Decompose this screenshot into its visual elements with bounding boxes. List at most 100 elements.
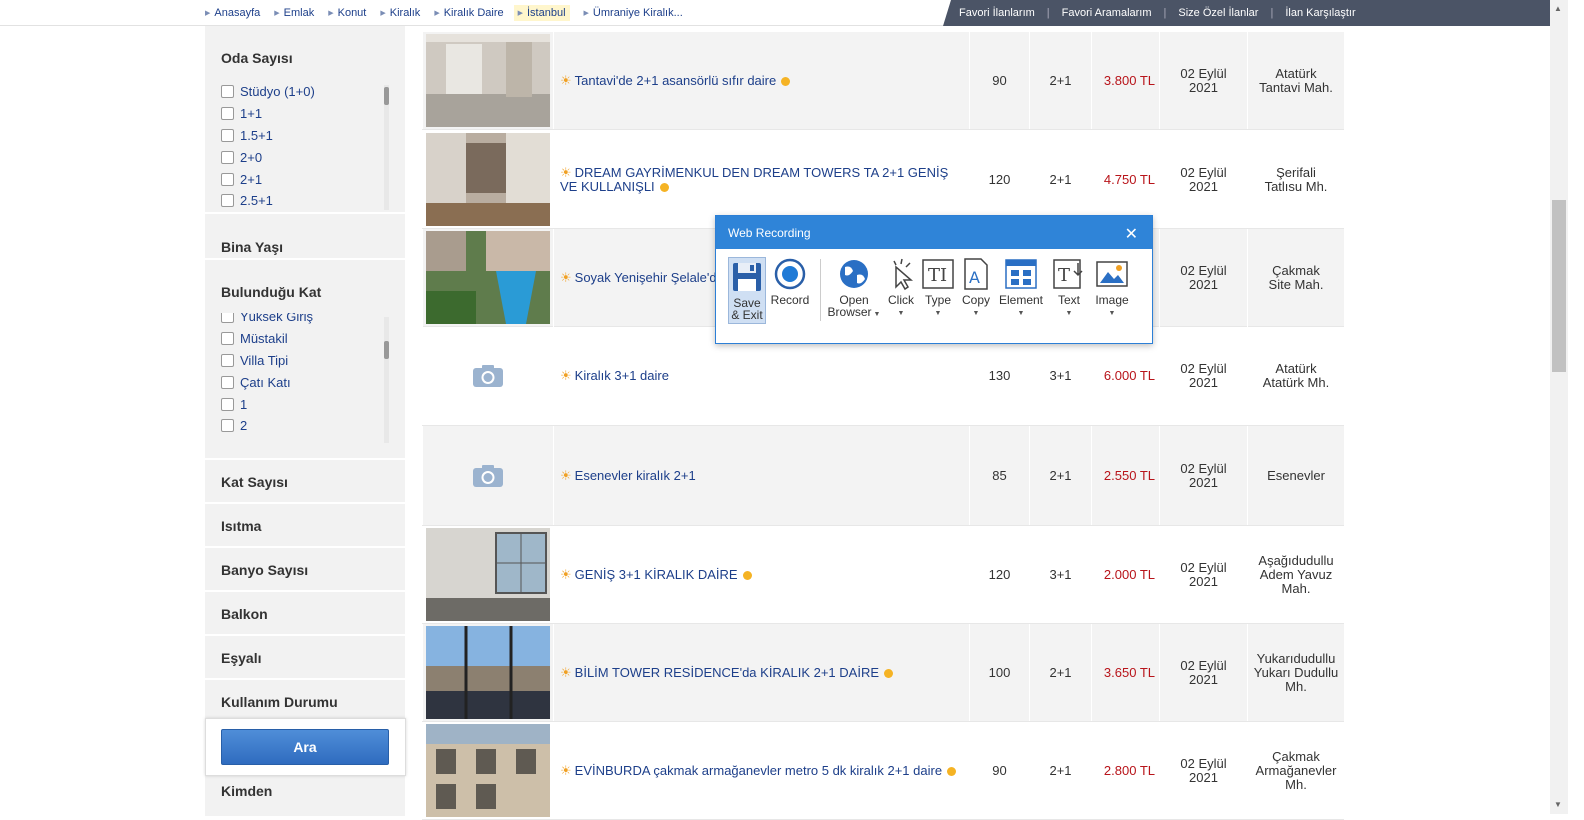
- triangle-right-icon: ▶: [583, 10, 589, 17]
- option-2-0[interactable]: 2+0: [221, 146, 391, 168]
- option-yuksek-giris[interactable]: Yüksek Giriş: [221, 313, 391, 328]
- text-field-icon: TI: [922, 259, 954, 289]
- size-ozel-ilanlar-link[interactable]: Size Özel İlanlar: [1178, 7, 1258, 19]
- checkbox[interactable]: [221, 397, 234, 411]
- table-row[interactable]: ☀ BİLİM TOWER RESİDENCE'da KİRALIK 2+1 DA…: [422, 624, 1344, 722]
- listing-title[interactable]: ☀ GENİŞ 3+1 KİRALIK DAİRE: [560, 567, 752, 582]
- dialog-header[interactable]: Web Recording ✕: [716, 216, 1152, 249]
- listing-title-cell[interactable]: ☀ EVİNBURDA çakmak armağanevler metro 5 d…: [553, 722, 969, 819]
- scrollbar-thumb[interactable]: [384, 341, 389, 359]
- option-1-5-1[interactable]: 1.5+1: [221, 125, 391, 147]
- filter-title[interactable]: Oda Sayısı: [205, 34, 405, 66]
- search-button[interactable]: Ara: [221, 729, 389, 765]
- listing-photo[interactable]: [422, 131, 553, 228]
- option-cati-kati[interactable]: Çatı Katı: [221, 371, 391, 393]
- listing-photo[interactable]: [422, 624, 553, 721]
- breadcrumb-istanbul[interactable]: ▶ İstanbul: [513, 5, 570, 21]
- listing-title-text: EVİNBURDA çakmak armağanevler metro 5 dk…: [574, 762, 943, 778]
- text-button[interactable]: T Text ▼: [1050, 257, 1088, 320]
- listing-title[interactable]: ☀ Tantavi'de 2+1 asansörlü sıfır daire: [560, 72, 791, 88]
- date-line: 2021: [1189, 573, 1218, 589]
- checkbox[interactable]: [221, 194, 234, 208]
- option-studyo[interactable]: Stüdyo (1+0): [221, 81, 391, 103]
- type-button[interactable]: TI Type ▼: [920, 257, 956, 320]
- listing-title[interactable]: ☀ BİLİM TOWER RESİDENCE'da KİRALIK 2+1 DA…: [560, 665, 894, 680]
- filter-kimden[interactable]: Kimden: [205, 778, 405, 818]
- option-kat-2[interactable]: 2: [221, 415, 391, 437]
- table-row[interactable]: ☀ GENİŞ 3+1 KİRALIK DAİRE 120 3+1 2.000 T…: [422, 526, 1344, 624]
- scroll-down-icon[interactable]: ▼: [1554, 800, 1562, 809]
- checkbox[interactable]: [221, 353, 234, 367]
- option-2-5-1[interactable]: 2.5+1: [221, 190, 391, 212]
- listing-title-cell[interactable]: ☀ GENİŞ 3+1 KİRALIK DAİRE: [553, 526, 969, 623]
- listing-title-cell[interactable]: ☀ DREAM GAYRİMENKUL DEN DREAM TOWERS TA 2…: [553, 131, 969, 228]
- scrollbar-thumb[interactable]: [1552, 200, 1566, 372]
- listing-title[interactable]: ☀ EVİNBURDA çakmak armağanevler metro 5 d…: [560, 762, 957, 778]
- ilan-karsilastir-link[interactable]: İlan Karşılaştır: [1285, 7, 1355, 19]
- filter-isitma[interactable]: Isıtma: [205, 506, 405, 548]
- listing-photo[interactable]: [422, 722, 553, 819]
- option-1-1[interactable]: 1+1: [221, 103, 391, 125]
- listing-title-cell[interactable]: ☀ Esenevler kiralık 2+1: [553, 426, 969, 525]
- option-mustakil[interactable]: Müstakil: [221, 328, 391, 350]
- filter-title[interactable]: Bulunduğu Kat: [205, 262, 405, 300]
- checkbox[interactable]: [221, 150, 234, 164]
- image-button[interactable]: Image ▼: [1092, 257, 1132, 320]
- option-kat-1[interactable]: 1: [221, 393, 391, 415]
- save-exit-button[interactable]: Save & Exit: [728, 257, 766, 324]
- breadcrumb-kiralik[interactable]: ▶ Kiralık: [380, 7, 420, 19]
- favori-aramalarim-link[interactable]: Favori Aramalarım: [1062, 7, 1152, 19]
- option-villa-tipi[interactable]: Villa Tipi: [221, 350, 391, 372]
- listing-title[interactable]: ☀ Kiralık 3+1 daire: [560, 368, 669, 383]
- table-row[interactable]: ☀ EVİNBURDA çakmak armağanevler metro 5 d…: [422, 722, 1344, 820]
- filter-esyali[interactable]: Eşyalı: [205, 638, 405, 680]
- breadcrumb-umraniye[interactable]: ▶ Ümraniye Kiralık...: [584, 7, 683, 19]
- listing-photo[interactable]: [422, 426, 553, 525]
- checkbox[interactable]: [221, 332, 234, 346]
- listing-photo[interactable]: [422, 526, 553, 623]
- copy-button[interactable]: A Copy ▼: [958, 257, 994, 320]
- option-label: 2.5+1: [240, 193, 273, 209]
- close-icon[interactable]: ✕: [1125, 224, 1138, 244]
- listing-title-cell[interactable]: ☀ BİLİM TOWER RESİDENCE'da KİRALIK 2+1 DA…: [553, 624, 969, 721]
- listing-title[interactable]: ☀ Esenevler kiralık 2+1: [560, 468, 696, 483]
- page-scrollbar[interactable]: ▲ ▼: [1550, 0, 1568, 814]
- option-scrollbar[interactable]: [384, 85, 389, 210]
- checkbox[interactable]: [221, 128, 234, 142]
- checkbox[interactable]: [221, 107, 234, 121]
- breadcrumb-anasayfa[interactable]: ▶ Anasayfa: [205, 7, 260, 19]
- click-button[interactable]: Click ▼: [882, 257, 920, 320]
- favori-ilanlarim-link[interactable]: Favori İlanlarım: [959, 7, 1035, 19]
- listing-m2: 85: [969, 426, 1029, 525]
- option-scrollbar[interactable]: [384, 317, 389, 443]
- filter-title: Isıtma: [221, 518, 262, 534]
- filter-kat-sayisi[interactable]: Kat Sayısı: [205, 462, 405, 504]
- listing-photo[interactable]: [422, 326, 553, 425]
- listing-photo[interactable]: [422, 32, 553, 129]
- filter-banyo-sayisi[interactable]: Banyo Sayısı: [205, 550, 405, 592]
- element-button[interactable]: Element ▼: [996, 257, 1046, 320]
- checkbox[interactable]: [221, 419, 234, 433]
- breadcrumb-emlak[interactable]: ▶ Emlak: [274, 7, 314, 19]
- open-browser-button[interactable]: Open Browser ▼: [826, 257, 882, 321]
- listing-title[interactable]: ☀ DREAM GAYRİMENKUL DEN DREAM TOWERS TA 2…: [560, 165, 963, 194]
- checkbox[interactable]: [221, 85, 234, 99]
- option-2-1[interactable]: 2+1: [221, 168, 391, 190]
- table-row[interactable]: ☀ Tantavi'de 2+1 asansörlü sıfır daire 90…: [422, 32, 1344, 130]
- scrollbar-thumb[interactable]: [384, 87, 389, 105]
- listing-title[interactable]: ☀ Soyak Yenişehir Şelale'de: [560, 270, 724, 285]
- table-row[interactable]: ☀ Esenevler kiralık 2+1 85 2+1 2.550 TL 0…: [422, 426, 1344, 526]
- record-button[interactable]: Record: [770, 257, 810, 306]
- listing-title-cell[interactable]: ☀ Tantavi'de 2+1 asansörlü sıfır daire: [553, 32, 969, 129]
- filter-balkon[interactable]: Balkon: [205, 594, 405, 636]
- scroll-up-icon[interactable]: ▲: [1554, 4, 1562, 13]
- checkbox[interactable]: [221, 375, 234, 389]
- breadcrumb-konut[interactable]: ▶ Konut: [328, 7, 366, 19]
- listing-photo[interactable]: [422, 229, 553, 326]
- listing-title-text: Tantavi'de 2+1 asansörlü sıfır daire: [574, 72, 777, 88]
- checkbox[interactable]: [221, 313, 234, 324]
- filter-bina-yasi[interactable]: Bina Yaşı: [205, 216, 405, 260]
- breadcrumb-kiralik-daire[interactable]: ▶ Kiralık Daire: [434, 7, 503, 19]
- tool-label: Record: [770, 293, 810, 307]
- checkbox[interactable]: [221, 172, 234, 186]
